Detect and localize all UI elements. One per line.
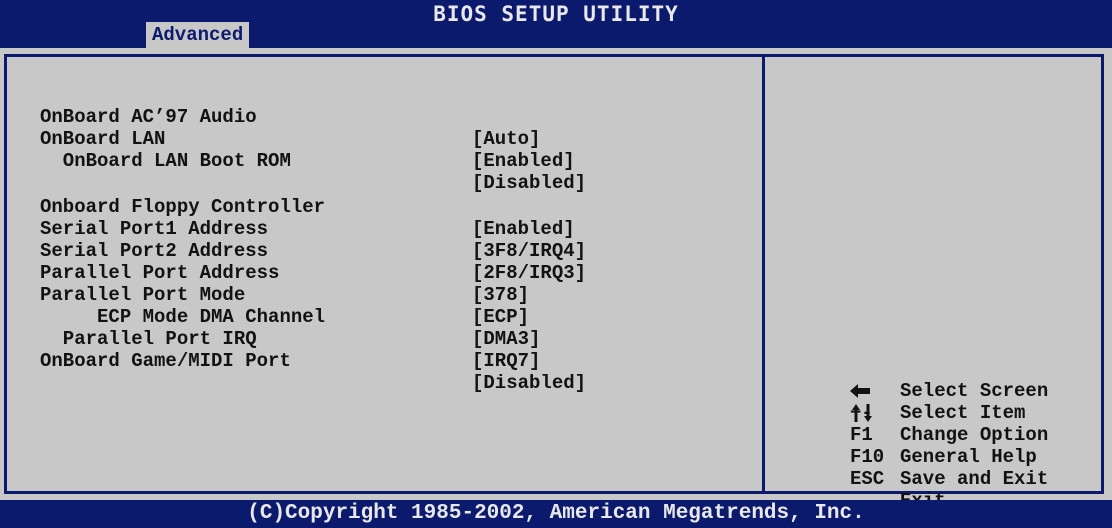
help-row-change-option: +- Change Option xyxy=(0,380,1112,446)
setting-row-serial-port2-address[interactable]: Serial Port2 Address [2F8/IRQ3] xyxy=(40,218,740,284)
setting-row-serial-port1-address[interactable]: Serial Port1 Address [3F8/IRQ4] xyxy=(40,196,740,262)
setting-row-onboard-lan-boot-rom[interactable]: OnBoard LAN Boot ROM [Disabled] xyxy=(40,128,740,194)
setting-row-parallel-port-mode[interactable]: Parallel Port Mode [ECP] xyxy=(40,262,740,328)
tab-advanced[interactable]: Advanced xyxy=(146,22,250,48)
footer-copyright: (C)Copyright 1985-2002, American Megatre… xyxy=(0,500,1112,528)
setting-row-parallel-port-irq[interactable]: Parallel Port IRQ [IRQ7] xyxy=(40,306,740,372)
setting-row-onboard-lan[interactable]: OnBoard LAN [Enabled] xyxy=(40,106,740,172)
setting-row-onboard-floppy-controller[interactable]: Onboard Floppy Controller [Enabled] xyxy=(40,174,740,240)
setting-row-parallel-port-address[interactable]: Parallel Port Address [378] xyxy=(40,240,740,306)
help-row-exit: ESC Exit xyxy=(0,446,1112,512)
help-key: ESC xyxy=(850,468,885,490)
help-desc: Save and Exit xyxy=(900,468,1049,490)
help-row-select-screen: Select Screen xyxy=(0,336,1112,402)
help-row-general-help: F1 General Help xyxy=(0,402,1112,468)
setting-label: OnBoard LAN Boot ROM xyxy=(40,150,291,172)
help-row-save-and-exit: F10 Save and Exit xyxy=(0,424,1112,490)
setting-row-onboard-ac97-audio[interactable]: OnBoard AC’97 Audio [Auto] xyxy=(40,84,740,150)
setting-row-ecp-mode-dma-channel[interactable]: ECP Mode DMA Channel [DMA3] xyxy=(40,284,740,350)
setting-value[interactable]: [Enabled] xyxy=(472,150,575,172)
help-row-select-item: Select Item xyxy=(0,358,1112,424)
